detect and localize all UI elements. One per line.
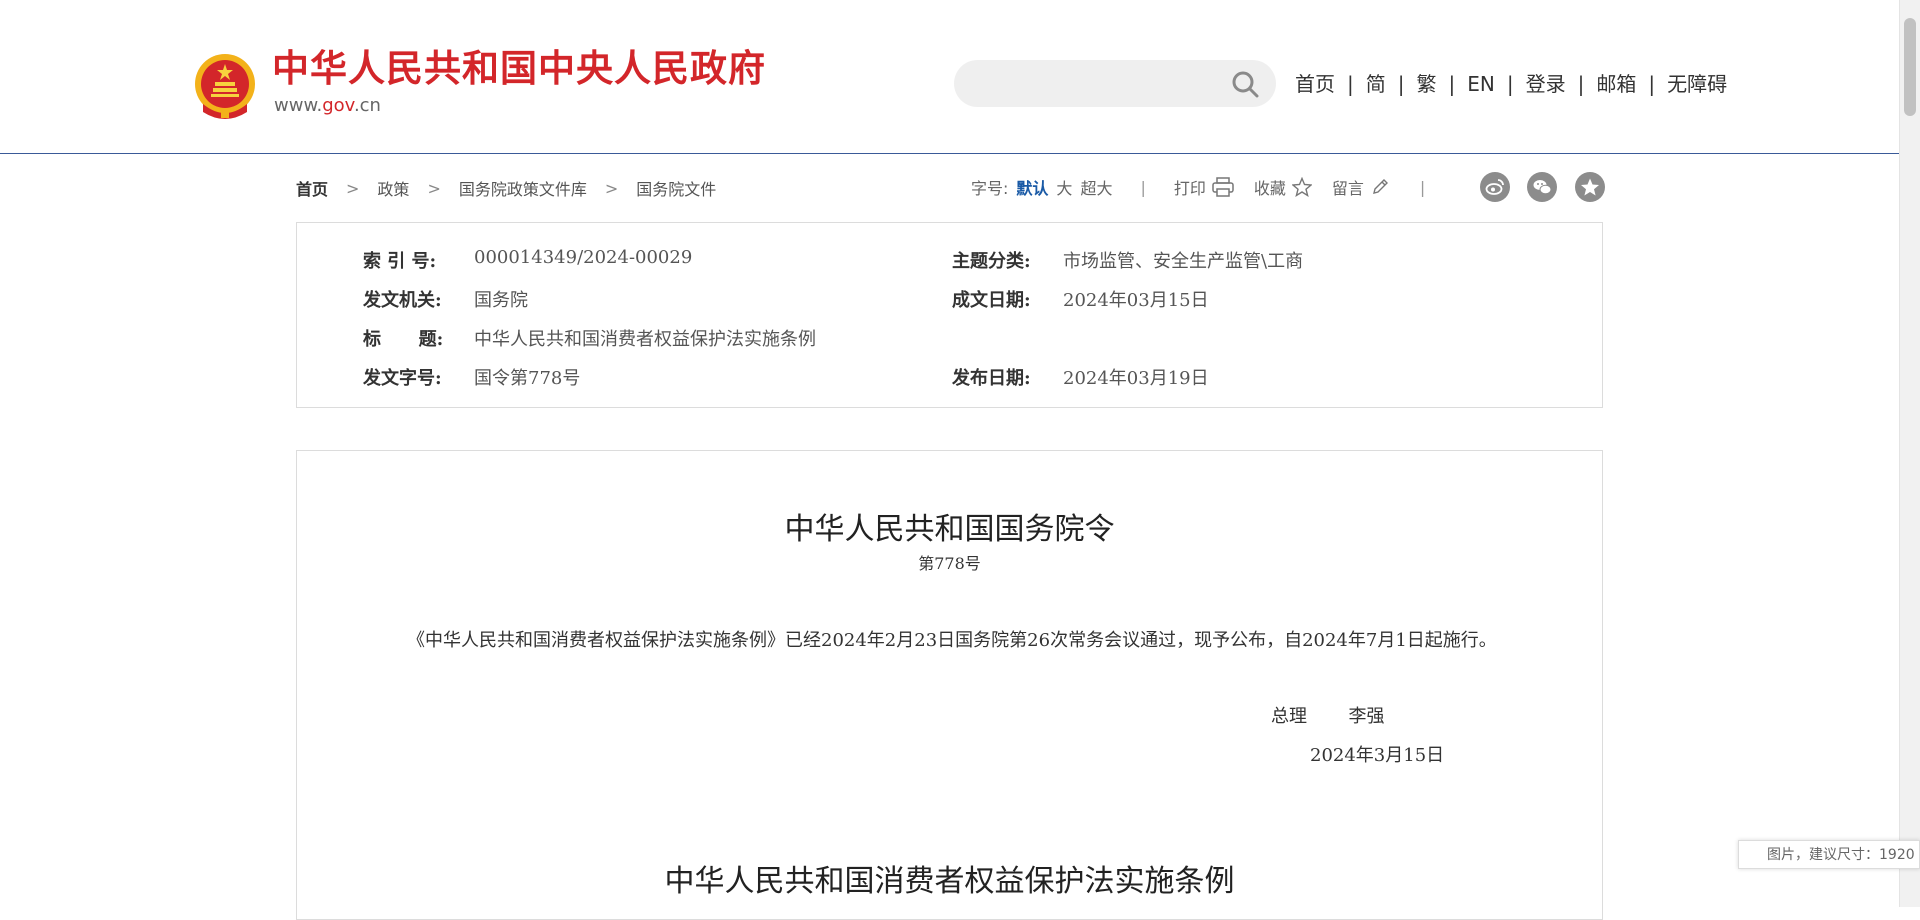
- chevron-right-icon: >: [604, 178, 619, 198]
- published-date-label: 发布日期:: [952, 368, 1031, 389]
- article-order-number: 第778号: [918, 554, 981, 573]
- nav-separator: |: [1448, 72, 1456, 96]
- weibo-share-button[interactable]: [1480, 172, 1510, 202]
- site-header: 中华人民共和国中央人民政府 www.gov.cn 首页 | 简 | 繁 | EN…: [0, 0, 1900, 154]
- pencil-icon: [1372, 179, 1388, 194]
- nav-separator: |: [1347, 72, 1354, 96]
- nav-traditional[interactable]: 繁: [1417, 72, 1437, 96]
- nav-separator: |: [1577, 72, 1585, 96]
- issuer-label: 发文机关:: [363, 290, 442, 311]
- site-url-suffix: .cn: [353, 95, 381, 116]
- weibo-icon: [1485, 179, 1504, 195]
- toolbar-separator: |: [1419, 177, 1426, 197]
- breadcrumb-home[interactable]: 首页: [296, 176, 328, 200]
- doc-number-label: 发文字号:: [363, 368, 442, 389]
- search-box: [954, 60, 1276, 109]
- created-date-value: 2024年03月15日: [1063, 290, 1209, 311]
- article-signature: 总理 李强: [1271, 702, 1384, 728]
- signature-name: 李强: [1348, 706, 1385, 727]
- scrollbar-thumb[interactable]: [1904, 18, 1916, 116]
- published-date-value: 2024年03月19日: [1063, 368, 1209, 389]
- star-icon: [1291, 177, 1312, 197]
- comment-label: 留言: [1331, 179, 1364, 198]
- title-value: 中华人民共和国消费者权益保护法实施条例: [474, 329, 816, 350]
- top-nav: 首页 | 简 | 繁 | EN | 登录 | 邮箱 | 无障碍: [1295, 72, 1727, 96]
- comment-button[interactable]: 留言: [1332, 175, 1390, 199]
- search-input[interactable]: [974, 60, 1218, 109]
- article-toolbar: 字号: 默认 大 超大 | 打印 收藏 留言 |: [971, 175, 1453, 199]
- nav-home[interactable]: 首页: [1295, 72, 1335, 96]
- nav-separator: |: [1506, 72, 1514, 96]
- toolbar-separator: |: [1140, 177, 1146, 197]
- image-size-tooltip: 图片，建议尺寸：1920: [1738, 840, 1920, 869]
- star-share-icon: [1581, 178, 1599, 196]
- site-url[interactable]: www.gov.cn: [274, 97, 381, 115]
- title-label: 标 题:: [363, 329, 444, 350]
- breadcrumb: 首页 > 政策 > 国务院政策文件库 > 国务院文件: [296, 176, 716, 200]
- category-label: 主题分类:: [952, 251, 1031, 272]
- issuer-value: 国务院: [474, 290, 528, 311]
- nav-accessibility[interactable]: 无障碍: [1667, 72, 1727, 96]
- article-title: 中华人民共和国国务院令: [784, 512, 1115, 547]
- breadcrumb-policy[interactable]: 政策: [377, 176, 409, 200]
- favorite-share-button[interactable]: [1575, 172, 1605, 202]
- article-body: 中华人民共和国国务院令 第778号 《中华人民共和国消费者权益保护法实施条例》已…: [296, 450, 1603, 920]
- index-label: 索 引 号:: [363, 251, 437, 272]
- font-size-large[interactable]: 大: [1056, 175, 1072, 199]
- font-size-label: 字号:: [971, 179, 1009, 198]
- breadcrumb-state-council-docs[interactable]: 国务院文件: [636, 176, 716, 200]
- font-size-default[interactable]: 默认: [1016, 175, 1048, 199]
- wechat-icon: [1533, 180, 1552, 195]
- created-date-label: 成文日期:: [952, 290, 1031, 311]
- print-button[interactable]: 打印: [1174, 175, 1234, 199]
- category-value: 市场监管、安全生产监管\工商: [1063, 251, 1304, 272]
- nav-english[interactable]: EN: [1467, 72, 1495, 96]
- article-paragraph: 《中华人民共和国消费者权益保护法实施条例》已经2024年2月23日国务院第26次…: [407, 630, 1497, 651]
- index-value: 000014349/2024-00029: [474, 247, 693, 268]
- nav-separator: |: [1648, 72, 1656, 96]
- signature-role: 总理: [1271, 706, 1307, 727]
- site-name[interactable]: 中华人民共和国中央人民政府: [272, 50, 766, 87]
- doc-number-value: 国令第778号: [474, 368, 581, 389]
- chevron-right-icon: >: [427, 178, 441, 198]
- nav-separator: |: [1397, 72, 1405, 96]
- chevron-right-icon: >: [346, 178, 360, 198]
- printer-icon: [1212, 177, 1234, 197]
- article-date: 2024年3月15日: [1310, 745, 1445, 766]
- site-url-domain: gov: [322, 95, 354, 116]
- nav-login[interactable]: 登录: [1526, 72, 1566, 96]
- regulation-title: 中华人民共和国消费者权益保护法实施条例: [664, 864, 1235, 899]
- breadcrumb-policy-library[interactable]: 国务院政策文件库: [459, 176, 587, 200]
- document-info-box: 索 引 号: 000014349/2024-00029 主题分类: 市场监管、安…: [296, 222, 1603, 408]
- national-emblem-logo[interactable]: [193, 52, 257, 120]
- favorite-button[interactable]: 收藏: [1254, 175, 1312, 199]
- vertical-scrollbar[interactable]: [1899, 0, 1920, 907]
- nav-simplified[interactable]: 简: [1366, 72, 1386, 96]
- print-label: 打印: [1173, 179, 1206, 198]
- favorite-label: 收藏: [1253, 179, 1286, 198]
- search-icon[interactable]: [1231, 70, 1259, 98]
- site-url-prefix: www.: [274, 95, 323, 116]
- font-size-xlarge[interactable]: 超大: [1080, 175, 1112, 199]
- wechat-share-button[interactable]: [1527, 172, 1557, 202]
- nav-mailbox[interactable]: 邮箱: [1596, 72, 1636, 96]
